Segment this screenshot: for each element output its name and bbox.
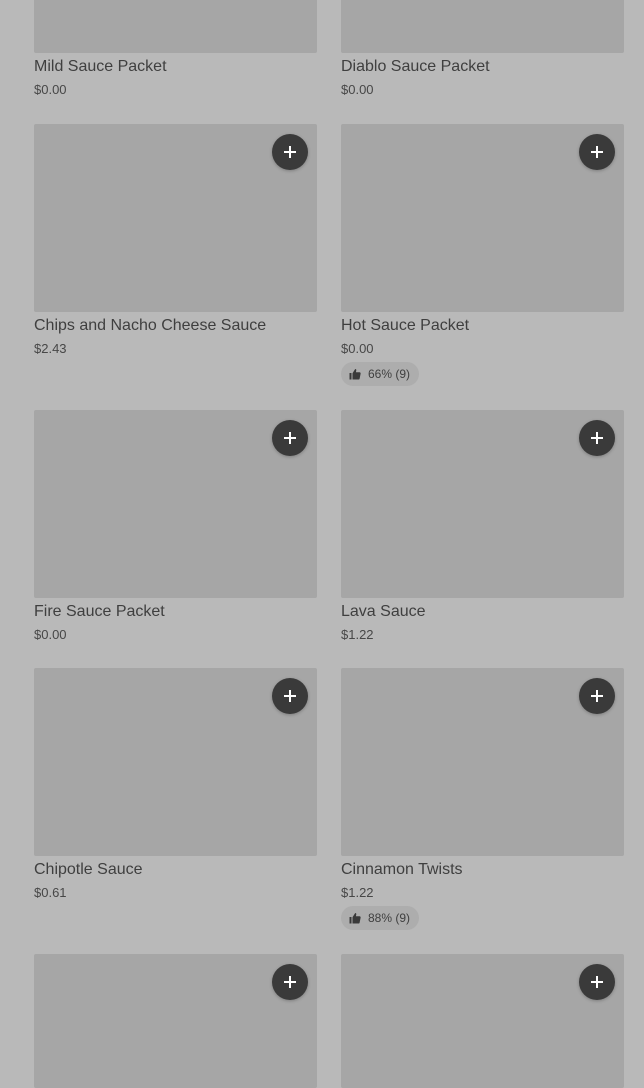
add-to-cart-button[interactable] — [579, 134, 615, 170]
item-name: Chips and Nacho Cheese Sauce — [34, 317, 267, 334]
item-name: Chipotle Sauce — [34, 861, 143, 878]
add-to-cart-button[interactable] — [579, 964, 615, 1000]
item-name: Mild Sauce Packet — [34, 58, 167, 75]
item-price: $1.22 — [341, 885, 374, 900]
item-name: Hot Sauce Packet — [341, 317, 470, 334]
item-price: $0.00 — [341, 82, 374, 97]
item-name: Lava Sauce — [341, 603, 426, 620]
plus-icon — [284, 976, 296, 988]
item-price: $0.61 — [34, 885, 67, 900]
plus-icon — [591, 432, 603, 444]
add-to-cart-button[interactable] — [272, 964, 308, 1000]
add-to-cart-button[interactable] — [272, 134, 308, 170]
plus-icon — [591, 690, 603, 702]
plus-icon — [284, 432, 296, 444]
item-image[interactable] — [34, 0, 317, 53]
plus-icon — [284, 146, 296, 158]
plus-icon — [284, 690, 296, 702]
add-to-cart-button[interactable] — [579, 420, 615, 456]
item-price: $1.22 — [341, 627, 374, 642]
item-image[interactable] — [341, 0, 624, 53]
item-price: $0.00 — [341, 341, 374, 356]
thumbs-up-icon — [349, 369, 361, 380]
add-to-cart-button[interactable] — [272, 420, 308, 456]
item-name: Diablo Sauce Packet — [341, 58, 490, 75]
add-to-cart-button[interactable] — [272, 678, 308, 714]
plus-icon — [591, 146, 603, 158]
rating-text: 66% (9) — [368, 367, 411, 381]
item-name: Fire Sauce Packet — [34, 603, 165, 620]
rating-text: 88% (9) — [368, 911, 411, 925]
thumbs-up-icon — [349, 913, 361, 924]
item-price: $0.00 — [34, 82, 67, 97]
rating-badge: 66% (9) — [341, 362, 420, 386]
item-price: $0.00 — [34, 627, 67, 642]
add-to-cart-button[interactable] — [579, 678, 615, 714]
rating-badge: 88% (9) — [341, 906, 420, 930]
item-name: Cinnamon Twists — [341, 861, 463, 878]
plus-icon — [591, 976, 603, 988]
item-price: $2.43 — [34, 341, 67, 356]
